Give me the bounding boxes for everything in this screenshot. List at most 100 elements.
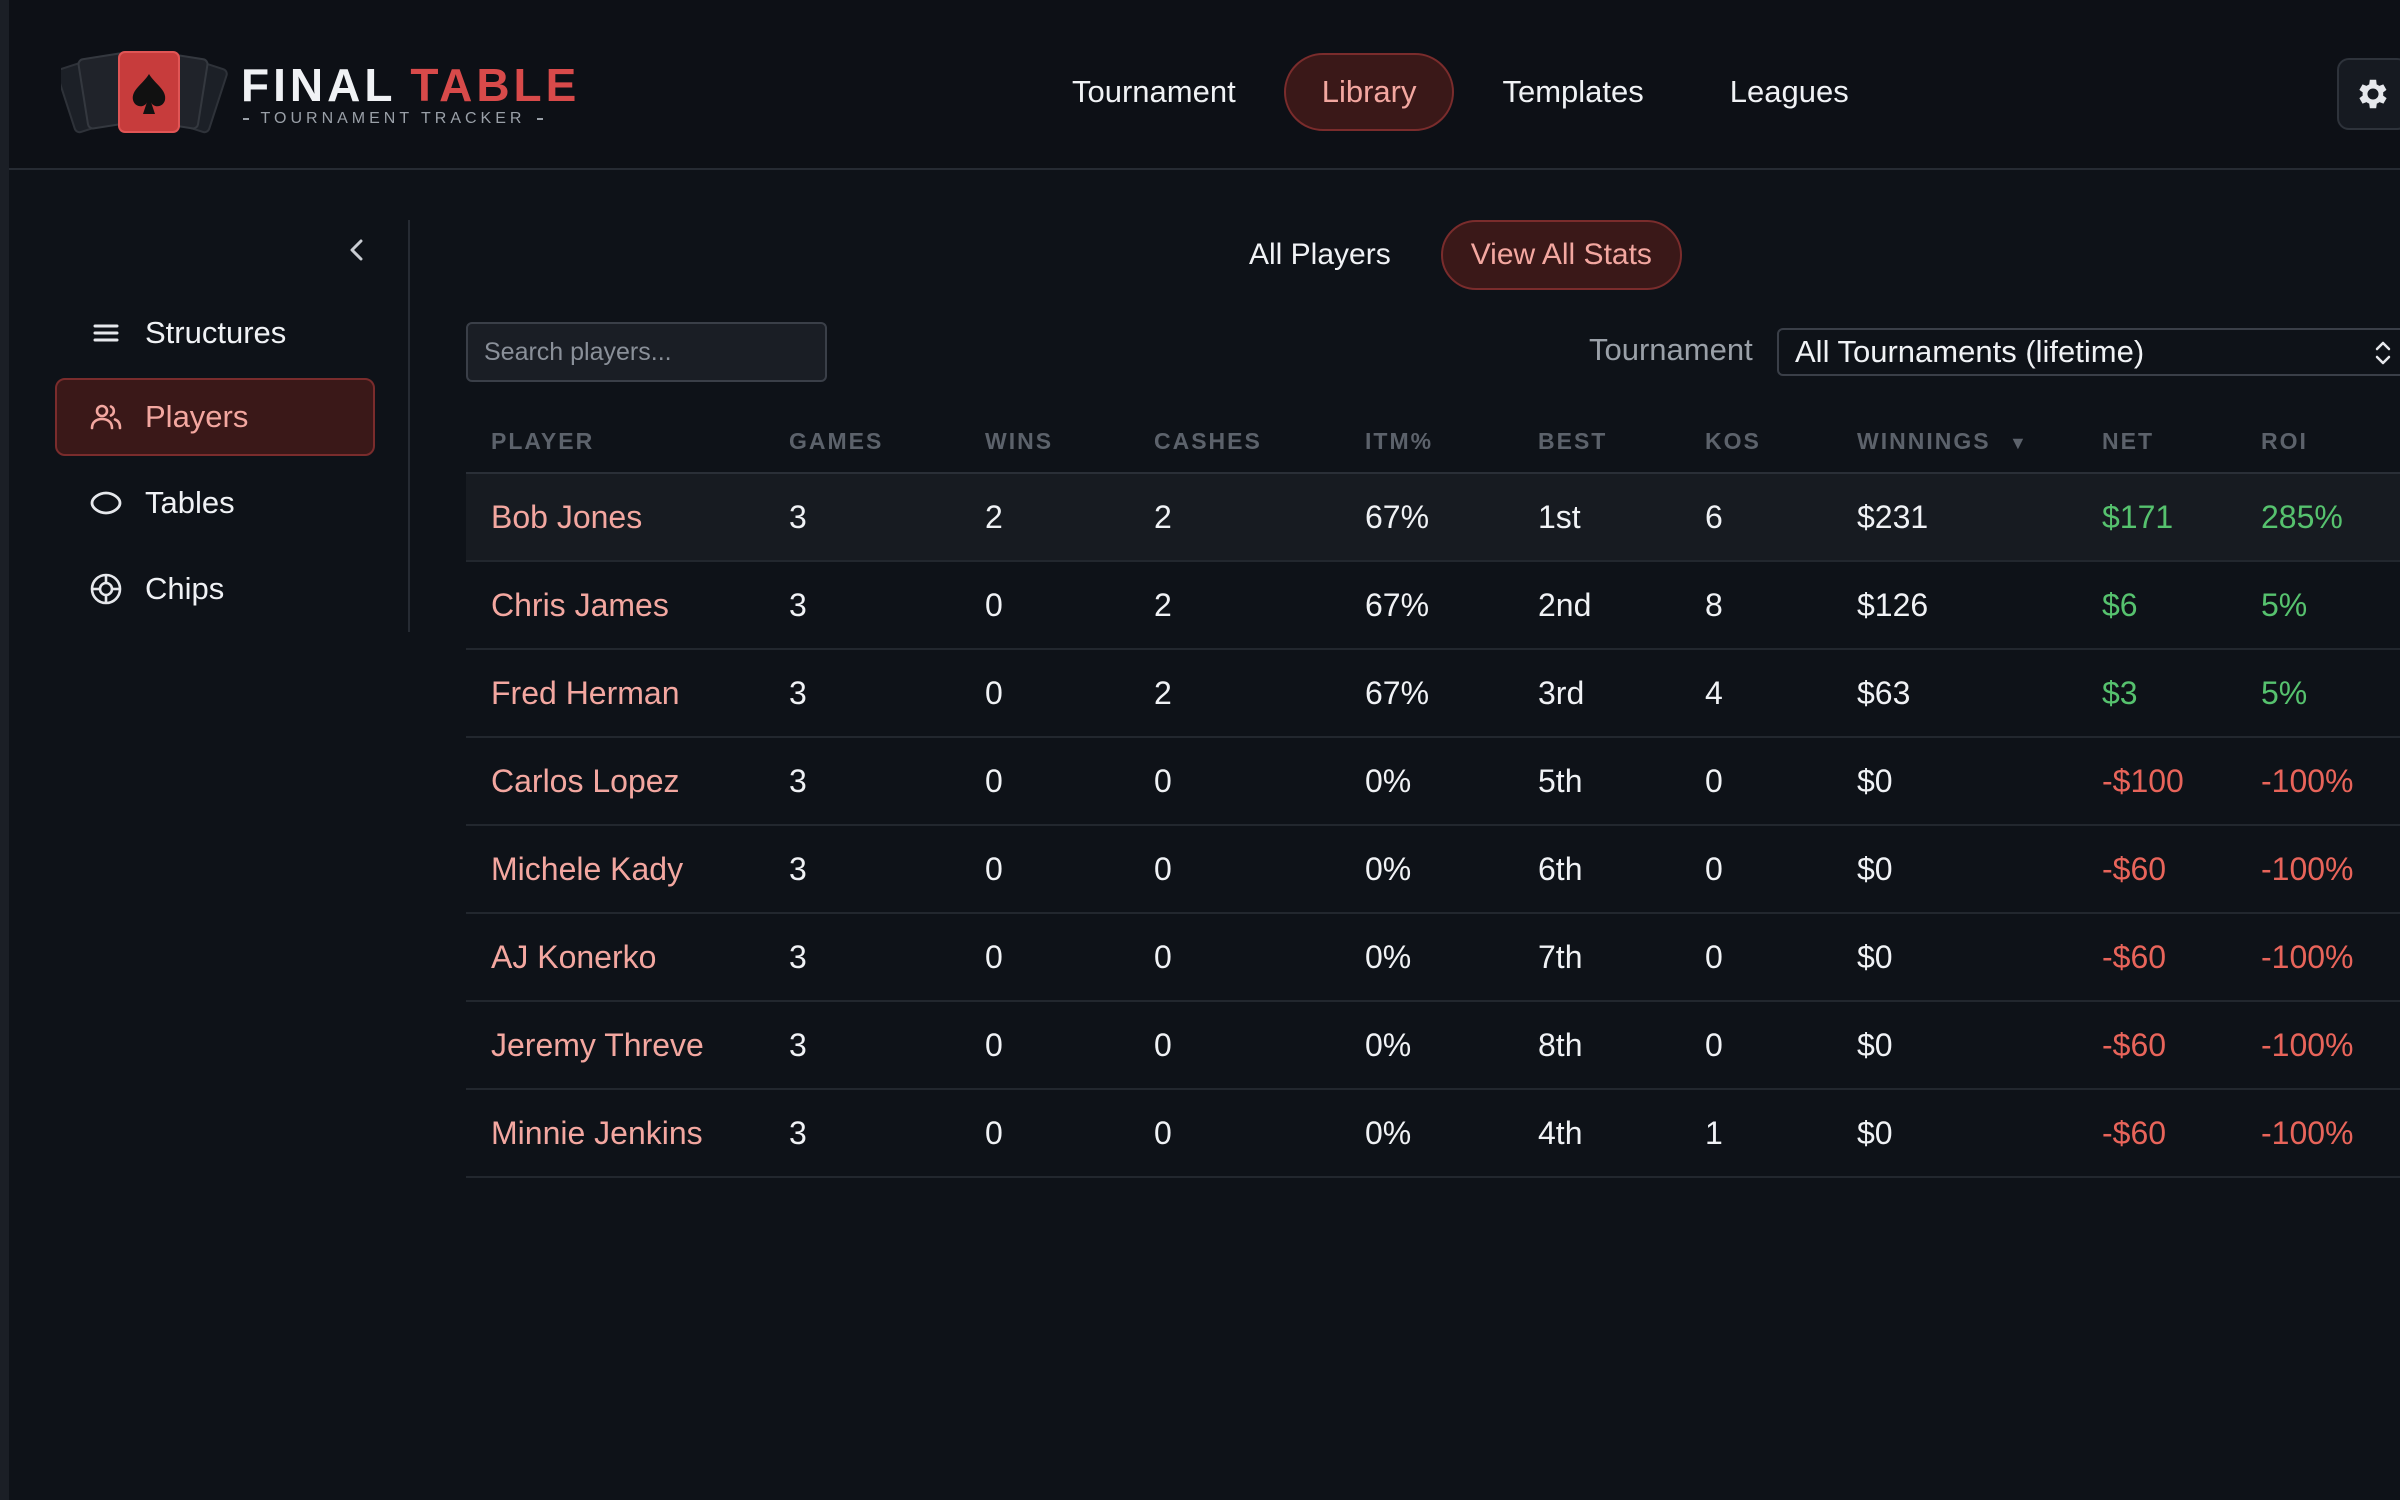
- table-row[interactable]: Carlos Lopez 3 0 0 0% 5th 0 $0 -$100 -100%: [466, 738, 2400, 826]
- column-header-best[interactable]: BEST: [1538, 428, 1607, 455]
- cell-games: 3: [789, 851, 807, 887]
- sidebar-item-label: Tables: [145, 485, 235, 520]
- cell-net: -$60: [2102, 939, 2167, 975]
- cell-kos: 0: [1705, 939, 1723, 975]
- nav-leagues[interactable]: Leagues: [1692, 53, 1887, 131]
- cell-cashes: 0: [1154, 851, 1172, 887]
- column-header-player[interactable]: PLAYER: [491, 428, 594, 455]
- cell-cashes: 0: [1154, 1027, 1172, 1063]
- column-header-net[interactable]: NET: [2102, 428, 2154, 455]
- divider: [243, 118, 249, 120]
- cell-cashes: 2: [1154, 499, 1172, 535]
- chevron-left-icon: [350, 239, 363, 261]
- cell-player[interactable]: Chris James: [491, 562, 669, 648]
- column-header-games[interactable]: GAMES: [789, 428, 883, 455]
- table-row[interactable]: Bob Jones 3 2 2 67% 1st 6 $231 $171 285%: [466, 474, 2400, 562]
- table-row[interactable]: Michele Kady 3 0 0 0% 6th 0 $0 -$60 -100%: [466, 826, 2400, 914]
- cell-itm: 0%: [1365, 1115, 1412, 1151]
- cell-wins: 2: [985, 499, 1003, 535]
- cell-player[interactable]: Jeremy Threve: [491, 1002, 704, 1088]
- cell-winnings: $63: [1857, 675, 1911, 711]
- cell-games: 3: [789, 763, 807, 799]
- column-header-cashes[interactable]: CASHES: [1154, 428, 1262, 455]
- cell-player[interactable]: Bob Jones: [491, 474, 642, 560]
- cell-best: 7th: [1538, 939, 1583, 975]
- cell-wins: 0: [985, 1115, 1003, 1151]
- cell-net: -$60: [2102, 1027, 2167, 1063]
- tab-all-players[interactable]: All Players: [1219, 220, 1421, 290]
- cell-winnings: $0: [1857, 851, 1893, 887]
- settings-button[interactable]: [2337, 58, 2400, 130]
- column-header-roi[interactable]: ROI: [2261, 428, 2308, 455]
- sidebar-item-structures[interactable]: Structures: [55, 294, 375, 372]
- sort-desc-icon: ▼: [2008, 433, 2029, 453]
- cell-best: 3rd: [1538, 675, 1585, 711]
- brand-logo[interactable]: FINAL TABLE TOURNAMENT TRACKER: [61, 48, 581, 138]
- sidebar-collapse-button[interactable]: [339, 232, 375, 268]
- sidebar-divider: [408, 220, 410, 632]
- table-oval-icon: [89, 486, 123, 520]
- sidebar-item-label: Players: [145, 399, 249, 434]
- cell-winnings: $0: [1857, 763, 1893, 799]
- cell-player[interactable]: Michele Kady: [491, 826, 683, 912]
- cell-roi: -100%: [2261, 851, 2354, 887]
- cell-player[interactable]: AJ Konerko: [491, 914, 656, 1000]
- cell-wins: 0: [985, 587, 1003, 623]
- users-icon: [89, 400, 123, 434]
- tab-view-all-stats[interactable]: View All Stats: [1440, 220, 1682, 290]
- brand-title-part2: TABLE: [410, 59, 581, 111]
- cell-roi: -100%: [2261, 1115, 2354, 1151]
- tournament-select[interactable]: All Tournaments (lifetime): [1777, 328, 2400, 376]
- cell-itm: 0%: [1365, 939, 1412, 975]
- list-icon: [89, 316, 123, 350]
- table-row[interactable]: Minnie Jenkins 3 0 0 0% 4th 1 $0 -$60 -100%: [466, 1090, 2400, 1178]
- cell-net: -$60: [2102, 1115, 2167, 1151]
- column-header-kos[interactable]: KOS: [1705, 428, 1761, 455]
- nav-library[interactable]: Library: [1283, 53, 1455, 131]
- cell-roi: 5%: [2261, 587, 2308, 623]
- player-stats-table: PLAYER GAMES WINS CASHES ITM% BEST KOS W…: [466, 412, 2400, 1178]
- cell-wins: 0: [985, 675, 1003, 711]
- nav-tournament[interactable]: Tournament: [1034, 53, 1274, 131]
- cell-kos: 0: [1705, 851, 1723, 887]
- cards-logo-icon: [61, 51, 228, 134]
- sidebar-item-label: Chips: [145, 571, 225, 606]
- top-nav: Tournament Library Templates Leagues: [1034, 53, 1897, 131]
- column-header-winnings-label: WINNINGS: [1857, 428, 1991, 454]
- cell-games: 3: [789, 499, 807, 535]
- cell-player[interactable]: Carlos Lopez: [491, 738, 680, 824]
- column-header-winnings[interactable]: WINNINGS ▼: [1857, 428, 2029, 455]
- sidebar-item-players[interactable]: Players: [55, 378, 375, 456]
- nav-templates[interactable]: Templates: [1464, 53, 1681, 131]
- sidebar-item-chips[interactable]: Chips: [55, 550, 375, 628]
- cell-best: 4th: [1538, 1115, 1583, 1151]
- sidebar-item-tables[interactable]: Tables: [55, 464, 375, 542]
- cell-games: 3: [789, 587, 807, 623]
- cell-kos: 4: [1705, 675, 1723, 711]
- gear-icon: [2359, 79, 2387, 109]
- cell-itm: 67%: [1365, 587, 1430, 623]
- cell-cashes: 2: [1154, 675, 1172, 711]
- cell-best: 5th: [1538, 763, 1583, 799]
- cell-player[interactable]: Minnie Jenkins: [491, 1090, 703, 1176]
- cell-best: 2nd: [1538, 587, 1592, 623]
- table-row[interactable]: Chris James 3 0 2 67% 2nd 8 $126 $6 5%: [466, 562, 2400, 650]
- column-header-wins[interactable]: WINS: [985, 428, 1053, 455]
- cell-winnings: $231: [1857, 499, 1929, 535]
- search-input[interactable]: [466, 322, 827, 382]
- brand-title-part1: FINAL: [241, 59, 397, 111]
- cell-wins: 0: [985, 939, 1003, 975]
- column-header-itm[interactable]: ITM%: [1365, 428, 1433, 455]
- table-header-row: PLAYER GAMES WINS CASHES ITM% BEST KOS W…: [466, 412, 2400, 474]
- cell-roi: 285%: [2261, 499, 2343, 535]
- cell-player[interactable]: Fred Herman: [491, 650, 680, 736]
- table-row[interactable]: Fred Herman 3 0 2 67% 3rd 4 $63 $3 5%: [466, 650, 2400, 738]
- table-row[interactable]: AJ Konerko 3 0 0 0% 7th 0 $0 -$60 -100%: [466, 914, 2400, 1002]
- divider: [537, 118, 543, 120]
- cell-games: 3: [789, 1115, 807, 1151]
- cell-net: $3: [2102, 675, 2138, 711]
- cell-cashes: 0: [1154, 763, 1172, 799]
- table-row[interactable]: Jeremy Threve 3 0 0 0% 8th 0 $0 -$60 -100%: [466, 1002, 2400, 1090]
- cell-kos: 6: [1705, 499, 1723, 535]
- select-updown-icon: [2375, 341, 2391, 365]
